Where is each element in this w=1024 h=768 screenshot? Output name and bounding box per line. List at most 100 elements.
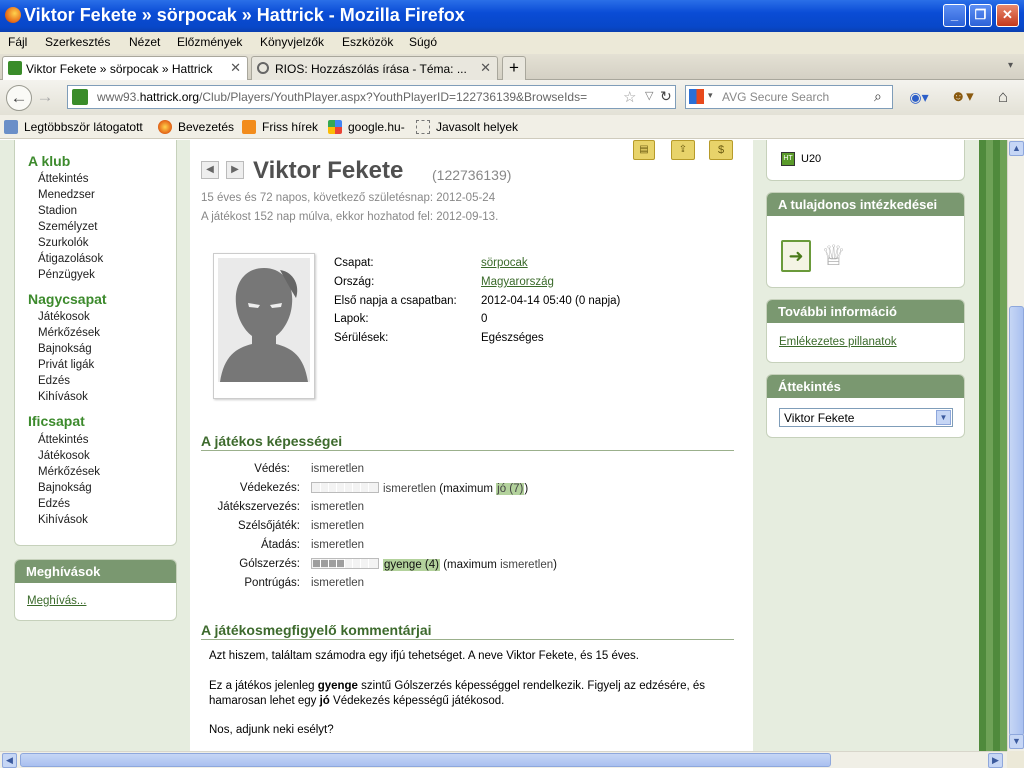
nav-link-youth-challenges[interactable]: Kihívások — [38, 514, 88, 526]
maximize-button[interactable]: ❐ — [969, 4, 992, 27]
skill-row-scoring: gyenge (4) (maximum ismeretlen) — [311, 558, 557, 571]
nav-link-staff[interactable]: Személyzet — [38, 221, 97, 233]
bookmark-google[interactable]: google.hu- — [348, 120, 405, 134]
tab-hattrick[interactable]: Viktor Fekete » sörpocak » Hattrick ✕ — [2, 56, 248, 80]
history-dropdown-icon[interactable]: ▽ — [645, 89, 653, 102]
menu-view[interactable]: Nézet — [129, 35, 160, 49]
vertical-scrollbar[interactable]: ▲ ▼ — [1007, 140, 1024, 751]
title-bar: Viktor Fekete » sörpocak » Hattrick - Mo… — [0, 0, 1024, 32]
sell-icon[interactable]: $ — [709, 140, 733, 160]
menu-edit[interactable]: Szerkesztés — [45, 35, 110, 49]
skill-row-defending: ismeretlen (maximum jó (7)) — [311, 482, 528, 495]
memorable-moments-link[interactable]: Emlékezetes pillanatok — [779, 336, 897, 348]
menu-help[interactable]: Súgó — [409, 35, 437, 49]
url-text[interactable]: www93.hattrick.org/Club/Players/YouthPla… — [97, 90, 617, 104]
skill-label: Játékszervezés: — [217, 501, 300, 513]
search-box[interactable]: ▾ AVG Secure Search ⌕ — [685, 85, 893, 109]
club-nav-box: A klub Áttekintés Menedzser Stadion Szem… — [14, 140, 177, 546]
scroll-right-icon[interactable]: ▶ — [988, 753, 1003, 768]
nav-link-transfers[interactable]: Átigazolások — [38, 253, 103, 265]
nav-link-club-overview[interactable]: Áttekintés — [38, 173, 89, 185]
promote-icon[interactable]: ⇪ — [671, 140, 695, 160]
tab-rios[interactable]: RIOS: Hozzászólás írása - Téma: ... ✕ — [251, 56, 498, 80]
country-link[interactable]: Magyarország — [481, 276, 554, 288]
nav-link-senior-league[interactable]: Bajnokság — [38, 343, 92, 355]
next-player-button[interactable]: ▶ — [226, 161, 244, 179]
nav-link-senior-players[interactable]: Játékosok — [38, 311, 90, 323]
injury-value: Egészséges — [481, 332, 544, 344]
bookmark-most-visited[interactable]: Legtöbbször látogatott — [24, 120, 143, 134]
hattrick-icon — [8, 61, 22, 75]
nav-link-finances[interactable]: Pénzügyek — [38, 269, 95, 281]
nav-link-youth-league[interactable]: Bajnokság — [38, 482, 92, 494]
player-tool-icon[interactable]: ▤ — [633, 140, 655, 160]
search-engine-dropdown-icon[interactable]: ▾ — [708, 90, 713, 101]
promote-info: A játékost 152 nap múlva, ekkor hozhatod… — [201, 211, 499, 223]
player-name: Viktor Fekete — [253, 157, 404, 184]
release-player-icon[interactable]: ➜ — [781, 240, 811, 272]
scout-paragraph: Ez a játékos jelenleg gyenge szintű Góls… — [209, 680, 706, 707]
nav-link-youth-overview[interactable]: Áttekintés — [38, 434, 89, 446]
addon-globe-icon[interactable]: ◉▾ — [902, 85, 936, 111]
team-link[interactable]: sörpocak — [481, 257, 528, 269]
close-tab-icon[interactable]: ✕ — [230, 60, 241, 76]
horizontal-scroll-thumb[interactable] — [20, 753, 831, 767]
nav-link-senior-matches[interactable]: Mérkőzések — [38, 327, 100, 339]
nav-link-youth-players[interactable]: Játékosok — [38, 450, 90, 462]
new-tab-button[interactable]: + — [502, 56, 526, 80]
avg-icon[interactable] — [689, 89, 704, 104]
nav-link-manager[interactable]: Menedzser — [38, 189, 95, 201]
back-button[interactable]: ← — [6, 85, 32, 111]
skill-bar — [311, 558, 379, 569]
cards-label: Lapok: — [334, 313, 369, 325]
player-age: 15 éves és 72 napos, következő születésn… — [201, 192, 496, 204]
scroll-down-icon[interactable]: ▼ — [1009, 734, 1024, 749]
tab-list-icon[interactable]: ▾ — [1008, 60, 1013, 71]
menu-file[interactable]: Fájl — [8, 35, 27, 49]
vertical-scroll-thumb[interactable] — [1009, 306, 1024, 736]
bookmark-news[interactable]: Friss hírek — [262, 120, 318, 134]
tab-label: Viktor Fekete » sörpocak » Hattrick — [26, 62, 213, 76]
close-tab-icon[interactable]: ✕ — [480, 60, 491, 76]
main-panel: ▤ ⇪ $ ◀ ▶ Viktor Fekete (122736139) 15 é… — [190, 140, 753, 751]
nav-link-private-leagues[interactable]: Privát ligák — [38, 359, 94, 371]
player-select[interactable]: Viktor Fekete ▼ — [779, 408, 953, 427]
more-info-box: További információ Emlékezetes pillanato… — [766, 299, 965, 363]
chevron-down-icon[interactable]: ▼ — [936, 410, 951, 425]
nav-link-stadium[interactable]: Stadion — [38, 205, 77, 217]
menu-bookmarks[interactable]: Könyvjelzők — [260, 35, 324, 49]
nav-link-youth-matches[interactable]: Mérkőzések — [38, 466, 100, 478]
left-column: A klub Áttekintés Menedzser Stadion Szem… — [0, 140, 190, 751]
nav-link-senior-challenges[interactable]: Kihívások — [38, 391, 88, 403]
addon-smiley-icon[interactable]: ☻▾ — [942, 85, 982, 111]
horizontal-scrollbar[interactable]: ◀ ▶ — [0, 751, 1007, 768]
window-title: Viktor Fekete » sörpocak » Hattrick - Mo… — [24, 5, 465, 25]
team-label: Csapat: — [334, 257, 374, 269]
overview-title: Áttekintés — [767, 375, 964, 398]
nav-link-senior-training[interactable]: Edzés — [38, 375, 70, 387]
minimize-button[interactable]: _ — [943, 4, 966, 27]
skill-value: ismeretlen — [311, 539, 365, 551]
bookmark-getting-started[interactable]: Bevezetés — [178, 120, 234, 134]
invite-link[interactable]: Meghívás... — [27, 595, 86, 607]
youth-box: HT U20 — [766, 140, 965, 181]
reload-icon[interactable]: ↻ — [660, 88, 672, 105]
bookmark-star-icon[interactable]: ☆ — [623, 88, 636, 106]
forward-button[interactable]: → — [32, 85, 58, 111]
nav-link-youth-training[interactable]: Edzés — [38, 498, 70, 510]
close-button[interactable]: ✕ — [996, 4, 1019, 27]
menu-tools[interactable]: Eszközök — [342, 35, 393, 49]
skill-label: Védés: — [254, 463, 290, 475]
nav-link-fans[interactable]: Szurkolók — [38, 237, 89, 249]
menu-history[interactable]: Előzmények — [177, 35, 242, 49]
url-bar[interactable]: www93.hattrick.org/Club/Players/YouthPla… — [67, 85, 676, 109]
previous-player-button[interactable]: ◀ — [201, 161, 219, 179]
scroll-up-icon[interactable]: ▲ — [1009, 141, 1024, 156]
skill-label: Gólszerzés: — [239, 558, 300, 570]
home-icon[interactable]: ⌂ — [990, 85, 1016, 111]
google-icon — [328, 120, 342, 134]
crown-icon[interactable]: ♕ — [821, 240, 846, 272]
scroll-left-icon[interactable]: ◀ — [2, 753, 17, 768]
bookmark-suggested[interactable]: Javasolt helyek — [436, 120, 518, 134]
search-icon[interactable]: ⌕ — [874, 88, 882, 105]
